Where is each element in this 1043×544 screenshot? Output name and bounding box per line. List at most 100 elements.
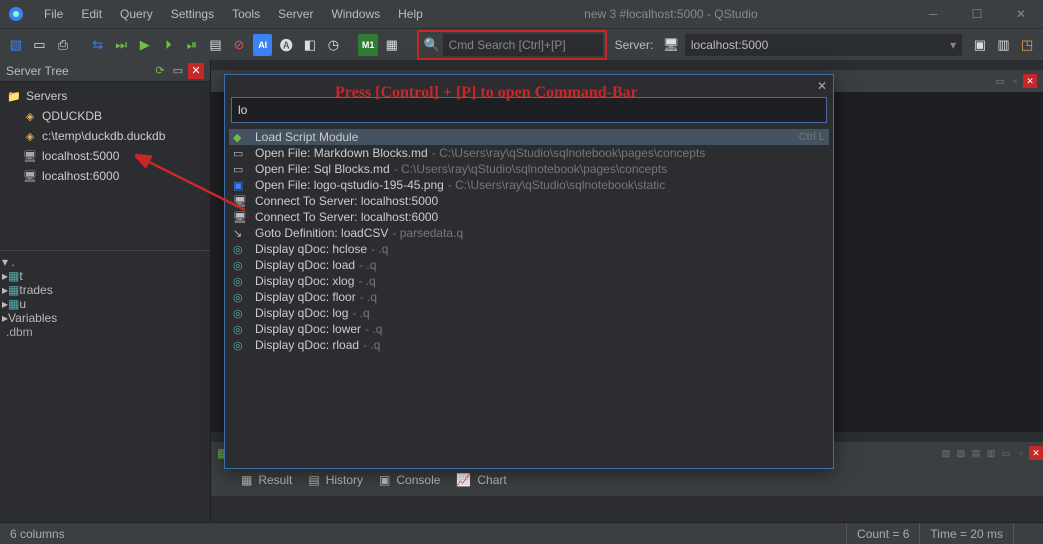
connect-icon[interactable]: ⇆ [88,34,108,56]
palette-item[interactable]: 🖥Connect To Server: localhost:5000 [229,193,829,209]
palette-item[interactable]: ↘Goto Definition: loadCSV- parsedata.q [229,225,829,241]
result-float-icon[interactable]: ▫ [1014,446,1028,460]
menu-query[interactable]: Query [112,3,161,25]
palette-item[interactable]: ▭Open File: Sql Blocks.md- C:\Users\ray\… [229,161,829,177]
menu-tools[interactable]: Tools [224,3,268,25]
result-tab-chart[interactable]: 📈Chart [456,473,506,487]
namespace-tree: ▾ . ▸▦t▸▦trades▸▦u▸Variables .dbm [0,250,210,343]
server-label: Server: [615,38,654,52]
tool-c-icon[interactable]: ▦ [382,34,402,56]
palette-item[interactable]: ◎Display qDoc: load- .q [229,257,829,273]
result-icon: ▦ [241,473,252,487]
ai-icon[interactable]: AI [253,34,273,56]
status-count: Count = 6 [846,523,919,544]
app-logo-icon [6,4,26,24]
toolbar-tail-a-icon[interactable]: ▣ [970,34,990,56]
ns-item[interactable]: ▸▦trades [2,283,208,297]
doc-icon: ◎ [233,307,249,320]
palette-item[interactable]: 🖥Connect To Server: localhost:6000 [229,209,829,225]
main-toolbar: ▧ ▭ ⎙ ⇆ ⏭ ▶ ⏵ ⏯ ▤ ⊘ AI 🅐 ◧ ◷ M1 ▦ 🔍 Cmd … [0,28,1043,60]
palette-item[interactable]: ◆Load Script ModuleCtrl L [229,129,829,145]
toolbar-tail-b-icon[interactable]: ▥ [994,34,1014,56]
run-all-icon[interactable]: ⏵ [159,34,179,56]
palette-item[interactable]: ◎Display qDoc: xlog- .q [229,273,829,289]
menu-windows[interactable]: Windows [323,3,388,25]
palette-item[interactable]: ◎Display qDoc: hclose- .q [229,241,829,257]
result-tab-result[interactable]: ▦Result [241,473,292,487]
tool-a-icon[interactable]: 🅐 [276,34,296,56]
menu-edit[interactable]: Edit [73,3,110,25]
search-icon[interactable]: 🔍 [421,34,443,56]
server-tree-item[interactable]: ◈QDUCKDB [2,106,208,126]
toolbar-tail-c-icon[interactable]: ◳ [1017,34,1037,56]
ns-item[interactable]: ▸Variables [2,311,208,325]
menu-settings[interactable]: Settings [163,3,222,25]
menu-file[interactable]: File [36,3,71,25]
palette-item[interactable]: ◎Display qDoc: log- .q [229,305,829,321]
clipboard-icon[interactable]: ▤ [206,34,226,56]
srv-icon: 🖥 [233,211,249,224]
open-file-icon[interactable]: ▭ [30,34,50,56]
table-icon: ▦ [8,297,19,311]
table-icon: ▦ [8,269,19,283]
palette-item[interactable]: ◎Display qDoc: floor- .q [229,289,829,305]
run-step-icon[interactable]: ⏭ [111,34,131,56]
new-file-icon[interactable]: ▧ [6,34,26,56]
ns-item[interactable]: ▸▦t [2,269,208,283]
server-tree-header: Server Tree ⟳ ▭ ✕ [0,60,210,82]
stop-icon[interactable]: ⊘ [229,34,249,56]
server-tree-item[interactable]: 🖥localhost:6000 [2,166,208,186]
database-icon: ◈ [22,130,38,143]
result-max-icon[interactable]: ▭ [999,446,1013,460]
run-icon[interactable]: ▶ [135,34,155,56]
database-icon: ◈ [22,110,38,123]
tree-root[interactable]: 📁 Servers [2,86,208,106]
result-close-icon[interactable]: ✕ [1029,446,1043,460]
result-i4-icon[interactable]: ▥ [984,446,998,460]
m1-icon[interactable]: M1 [358,34,378,56]
cmd-search-input[interactable]: Cmd Search [Ctrl]+[P] [443,34,603,56]
editor-float-icon[interactable]: ▫ [1008,74,1022,88]
doc-icon: ◎ [233,275,249,288]
result-i2-icon[interactable]: ▨ [954,446,968,460]
editor-close-icon[interactable]: ✕ [1023,74,1037,88]
img-icon: ▣ [233,179,249,192]
server-select[interactable]: localhost:5000 [685,34,962,56]
ns-item[interactable]: ▸▦u [2,297,208,311]
status-tail [1013,523,1043,544]
minimize-button[interactable]: ─ [911,0,955,28]
server-tree-item[interactable]: ◈c:\temp\duckdb.duckdb [2,126,208,146]
save-icon[interactable]: ⎙ [53,34,73,56]
close-button[interactable]: ✕ [999,0,1043,28]
result-i1-icon[interactable]: ▧ [939,446,953,460]
status-bar: 6 columns Count = 6 Time = 20 ms [0,522,1043,544]
palette-item[interactable]: ▭Open File: Markdown Blocks.md- C:\Users… [229,145,829,161]
sidebar: Server Tree ⟳ ▭ ✕ 📁 Servers ◈QDUCKDB◈c:\… [0,60,210,522]
doc-icon: ◎ [233,339,249,352]
panel-close-icon[interactable]: ✕ [188,63,204,79]
run-last-icon[interactable]: ⏯ [182,34,202,56]
maximize-button[interactable]: ☐ [955,0,999,28]
editor-max-icon[interactable]: ▭ [993,74,1007,88]
result-tab-console[interactable]: ▣Console [379,473,440,487]
menu-help[interactable]: Help [390,3,431,25]
goto-icon: ↘ [233,227,249,240]
panel-float-icon[interactable]: ▭ [170,63,186,79]
tool-clock-icon[interactable]: ◷ [324,34,344,56]
palette-close-icon[interactable]: ✕ [817,79,827,93]
palette-input[interactable]: lo [231,97,827,123]
menu-server[interactable]: Server [270,3,321,25]
result-i3-icon[interactable]: ▤ [969,446,983,460]
console-icon: ▣ [379,473,390,487]
ns-root[interactable]: ▾ . [2,255,208,269]
server-icon: 🖥 [661,34,681,56]
palette-item[interactable]: ◎Display qDoc: lower- .q [229,321,829,337]
palette-item[interactable]: ▣Open File: logo-qstudio-195-45.png- C:\… [229,177,829,193]
tool-b-icon[interactable]: ◧ [300,34,320,56]
palette-item[interactable]: ◎Display qDoc: rload- .q [229,337,829,353]
refresh-icon[interactable]: ⟳ [152,63,168,79]
result-tab-history[interactable]: ▤History [308,473,363,487]
server-tree-item[interactable]: 🖥localhost:5000 [2,146,208,166]
srv-icon: 🖥 [233,195,249,208]
file-icon: ▭ [233,163,249,176]
